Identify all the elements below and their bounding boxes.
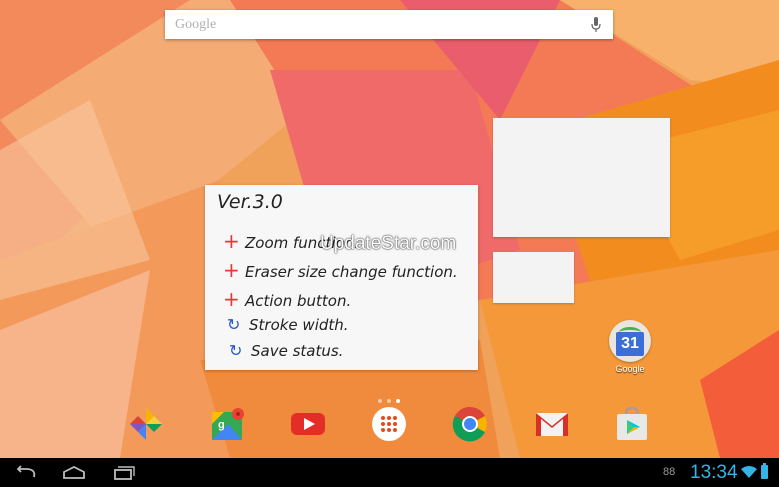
wifi-icon [741, 466, 757, 478]
svg-text:g: g [218, 419, 225, 431]
recent-apps-icon[interactable] [109, 464, 137, 482]
note-title: Ver.3.0 [217, 191, 283, 213]
note-item-text: Save status. [251, 342, 344, 360]
calendar-app-shortcut[interactable]: 31 Google [606, 320, 654, 374]
chrome-icon[interactable] [452, 406, 488, 442]
gmail-icon[interactable] [534, 406, 570, 442]
calendar-day: 31 [616, 332, 644, 356]
calendar-app-label: Google [615, 364, 645, 374]
maps-icon[interactable]: g [210, 406, 246, 442]
google-search-bar[interactable]: Google [165, 10, 613, 39]
calendar-icon: 31 [609, 320, 651, 362]
blank-widget-large[interactable] [493, 118, 670, 237]
blank-widget-small[interactable] [493, 252, 574, 303]
home-icon[interactable] [60, 464, 88, 482]
google-logo: Google [175, 17, 217, 32]
note-item-text: Stroke width. [249, 316, 349, 334]
play-store-icon[interactable] [614, 406, 650, 442]
handwriting-note-widget[interactable]: Ver.3.0 + Zoom function. + Eraser size cha… [205, 185, 478, 370]
page-dot [378, 399, 382, 403]
note-item: + Action button. [223, 287, 351, 311]
status-clock[interactable]: 13:34 [690, 462, 738, 484]
refresh-mark-icon: ↻ [227, 315, 241, 334]
notification-count: 88 [663, 466, 676, 478]
pinwheel-app-icon[interactable] [128, 406, 164, 442]
page-dot [387, 399, 391, 403]
plus-mark-icon: + [223, 229, 240, 253]
refresh-mark-icon: ↻ [229, 341, 243, 360]
watermark: UpdateStar.com [320, 233, 457, 254]
page-indicator [378, 390, 405, 403]
note-item: + Eraser size change function. [223, 258, 458, 282]
app-drawer-icon[interactable] [371, 406, 407, 442]
plus-mark-icon: + [223, 258, 240, 282]
youtube-icon[interactable] [290, 406, 326, 442]
note-item-text: Action button. [245, 292, 352, 310]
system-nav-bar: 88 13:34 [0, 458, 779, 487]
note-item-text: Eraser size change function. [245, 263, 458, 281]
back-icon[interactable] [12, 464, 40, 482]
mic-icon[interactable] [591, 16, 601, 34]
page-dot-active [396, 399, 400, 403]
note-item: ↻ Stroke width. [227, 315, 349, 334]
battery-icon [761, 463, 768, 479]
plus-mark-icon: + [223, 287, 240, 311]
note-item: ↻ Save status. [229, 341, 343, 360]
